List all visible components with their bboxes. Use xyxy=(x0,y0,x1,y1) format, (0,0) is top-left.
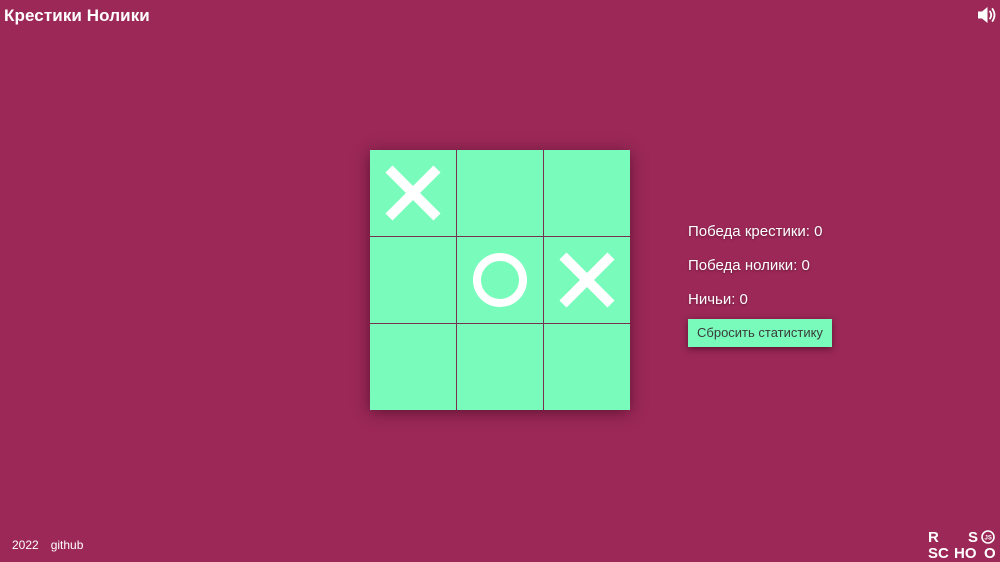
page-title: Крестики Нолики xyxy=(4,6,150,25)
board-cell[interactable] xyxy=(457,150,543,236)
svg-text:JS: JS xyxy=(985,536,992,542)
svg-text:R: R xyxy=(928,529,939,546)
sound-toggle-button[interactable] xyxy=(976,4,998,26)
footer-year: 2022 xyxy=(12,538,39,552)
board-cell[interactable] xyxy=(544,237,630,323)
board-cell[interactable] xyxy=(370,150,456,236)
speaker-icon xyxy=(978,7,996,23)
board-cell[interactable] xyxy=(457,324,543,410)
svg-text:SC: SC xyxy=(928,545,949,560)
o-mark-icon xyxy=(473,253,527,307)
board-cell[interactable] xyxy=(370,324,456,410)
x-mark-icon xyxy=(559,252,615,308)
board-cell[interactable] xyxy=(370,237,456,323)
svg-text:S: S xyxy=(968,529,978,546)
board-cell[interactable] xyxy=(457,237,543,323)
svg-text:HO: HO xyxy=(954,545,977,560)
reset-stats-button[interactable]: Сбросить статистику xyxy=(688,319,832,347)
svg-text:O: O xyxy=(984,545,996,560)
x-wins-stat: Победа крестики: 0 xyxy=(688,223,823,240)
board-cell[interactable] xyxy=(544,150,630,236)
github-link[interactable]: github xyxy=(51,538,84,552)
statistics-panel: Победа крестики: 0 Победа нолики: 0 Ничь… xyxy=(688,222,888,347)
game-board xyxy=(370,150,630,410)
rs-school-logo-link[interactable]: R S SC HO O JS xyxy=(928,528,998,560)
board-cell[interactable] xyxy=(544,324,630,410)
x-mark-icon xyxy=(385,165,441,221)
draws-stat: Ничьи: 0 xyxy=(688,291,748,308)
o-wins-stat: Победа нолики: 0 xyxy=(688,257,810,274)
footer: 2022 github xyxy=(12,538,83,552)
rs-school-logo-icon: R S SC HO O JS xyxy=(928,529,996,560)
